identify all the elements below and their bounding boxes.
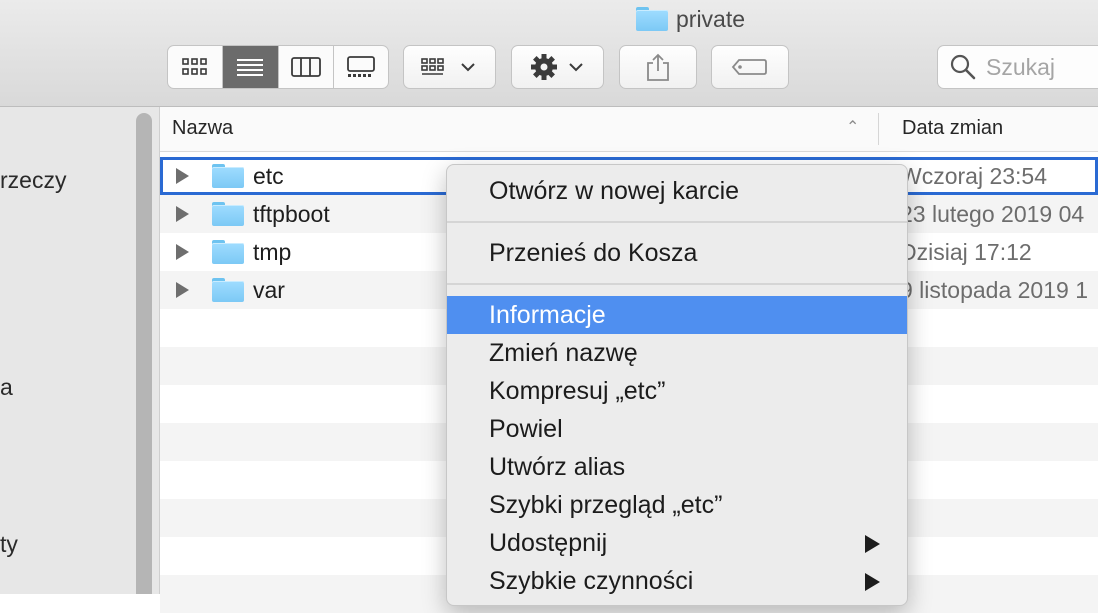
- folder-icon: [636, 7, 668, 31]
- group-by-button[interactable]: [403, 45, 496, 89]
- menu-item-make-alias[interactable]: Utwórz alias: [447, 448, 907, 486]
- menu-separator: [447, 221, 907, 223]
- menu-item-label: Szybkie czynności: [489, 567, 694, 595]
- menu-item-quick-look[interactable]: Szybki przegląd „etc”: [447, 486, 907, 524]
- gear-icon: [530, 54, 583, 80]
- date-column-header[interactable]: Data zmian: [902, 117, 1003, 140]
- menu-item-label: Udostępnij: [489, 529, 608, 557]
- menu-item-duplicate[interactable]: Powiel: [447, 410, 907, 448]
- sidebar-item[interactable]: a: [0, 374, 120, 401]
- file-name: var: [253, 277, 285, 303]
- folder-icon: [212, 164, 244, 188]
- submenu-arrow-icon: [865, 535, 880, 553]
- sidebar-item-label: ty: [0, 531, 18, 557]
- menu-item-label: Powiel: [489, 415, 563, 443]
- disclosure-triangle-icon[interactable]: [176, 206, 189, 222]
- tag-icon: [731, 59, 767, 75]
- sidebar-item-label: a: [0, 374, 13, 400]
- file-date: Dzisiaj 17:12: [900, 239, 1032, 265]
- menu-item-open-new-tab[interactable]: Otwórz w nowej karcie: [447, 172, 907, 210]
- menu-item-label: Szybki przegląd „etc”: [489, 491, 723, 519]
- icon-view-icon: [182, 58, 207, 75]
- gallery-view-button[interactable]: [334, 46, 388, 88]
- file-date: Wczoraj 23:54: [900, 163, 1048, 189]
- list-view-button[interactable]: [223, 46, 279, 88]
- menu-item-move-to-trash[interactable]: Przenieś do Kosza: [447, 234, 907, 272]
- folder-icon: [212, 240, 244, 264]
- share-button[interactable]: [619, 45, 697, 89]
- name-column-header[interactable]: Nazwa: [172, 117, 233, 140]
- menu-item-rename[interactable]: Zmień nazwę: [447, 334, 907, 372]
- sidebar-item-label: rzeczy: [0, 167, 67, 193]
- menu-item-label: Informacje: [489, 301, 606, 329]
- sidebar: rzeczy a ty: [0, 107, 160, 594]
- menu-item-share[interactable]: Udostępnij: [447, 524, 907, 562]
- view-switcher: [167, 45, 389, 89]
- menu-separator: [447, 283, 907, 285]
- sidebar-item[interactable]: rzeczy: [0, 167, 120, 194]
- menu-item-get-info[interactable]: Informacje: [447, 296, 907, 334]
- menu-item-label: Otwórz w nowej karcie: [489, 177, 740, 205]
- action-button[interactable]: [511, 45, 604, 89]
- list-view-icon: [237, 59, 264, 76]
- context-menu: Otwórz w nowej karcie Przenieś do Kosza …: [446, 164, 908, 606]
- submenu-arrow-icon: [865, 573, 880, 591]
- sidebar-scrollbar[interactable]: [136, 113, 152, 594]
- menu-item-quick-actions[interactable]: Szybkie czynności: [447, 562, 907, 600]
- share-icon: [647, 53, 669, 81]
- file-name: tftpboot: [253, 201, 330, 227]
- gallery-view-icon: [346, 56, 375, 77]
- toolbar: private: [0, 0, 1098, 107]
- sidebar-item[interactable]: ty: [0, 531, 120, 558]
- file-name: etc: [253, 163, 284, 189]
- column-view-button[interactable]: [279, 46, 334, 88]
- menu-item-label: Utwórz alias: [489, 453, 626, 481]
- search-icon: [950, 54, 976, 80]
- column-divider[interactable]: [878, 113, 879, 145]
- tags-button[interactable]: [711, 45, 789, 89]
- icon-view-button[interactable]: [168, 46, 224, 88]
- disclosure-triangle-icon[interactable]: [176, 244, 189, 260]
- column-view-icon: [290, 57, 321, 77]
- file-date: 9 listopada 2019 1: [900, 277, 1088, 303]
- group-icon: [420, 58, 475, 75]
- menu-item-compress[interactable]: Kompresuj „etc”: [447, 372, 907, 410]
- file-date: 23 lutego 2019 04: [900, 201, 1085, 227]
- window-title-text: private: [676, 5, 746, 32]
- disclosure-triangle-icon[interactable]: [176, 282, 189, 298]
- search-input[interactable]: [984, 52, 1098, 82]
- column-header: Nazwa ⌃ Data zmian: [160, 107, 1098, 152]
- window-title: private: [636, 4, 745, 34]
- menu-item-label: Zmień nazwę: [489, 339, 638, 367]
- menu-item-label: Kompresuj „etc”: [489, 377, 666, 405]
- sort-ascending-icon: ⌃: [846, 119, 860, 136]
- folder-icon: [212, 278, 244, 302]
- file-name: tmp: [253, 239, 292, 265]
- search-field[interactable]: [937, 45, 1098, 89]
- menu-item-label: Przenieś do Kosza: [489, 239, 698, 267]
- folder-icon: [212, 202, 244, 226]
- disclosure-triangle-icon[interactable]: [176, 168, 189, 184]
